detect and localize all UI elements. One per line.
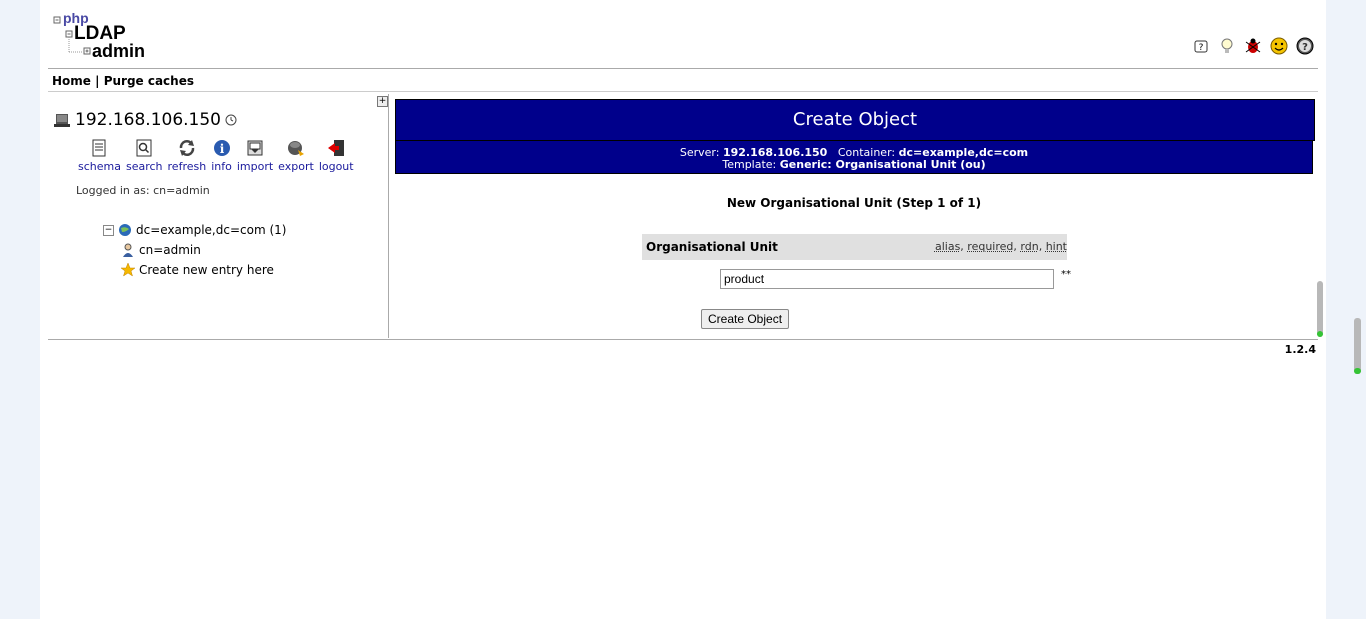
collapse-toggle-icon[interactable]: − — [103, 224, 114, 236]
clock-icon[interactable] — [225, 114, 237, 126]
logo-admin-text: admin — [92, 41, 145, 60]
ldap-tree: − dc=example,dc=com (1) cn=admin Create … — [103, 220, 286, 280]
tree-create-row: Create new entry here — [103, 260, 286, 280]
server-label: Server: — [679, 146, 720, 159]
phpldapadmin-logo[interactable]: php LDAP admin — [52, 10, 162, 60]
info-icon: i — [213, 140, 230, 156]
main-scrollbar[interactable] — [1317, 281, 1323, 337]
tool-info-label: info — [211, 160, 232, 173]
tree-root-row: − dc=example,dc=com (1) — [103, 220, 286, 240]
ou-input[interactable] — [720, 269, 1054, 289]
server-icon — [54, 114, 70, 127]
globe-icon — [119, 224, 131, 236]
attribute-header: Organisational Unit alias, required, rdn… — [642, 234, 1067, 260]
template-value: Generic: Organisational Unit (ou) — [779, 158, 986, 171]
tree-root-label[interactable]: dc=example,dc=com (1) — [136, 223, 286, 237]
tool-logout[interactable]: logout — [319, 138, 354, 173]
page-title: Create Object — [395, 99, 1315, 141]
hint-required[interactable]: required — [967, 240, 1013, 253]
step-title: New Organisational Unit (Step 1 of 1) — [726, 196, 982, 210]
hint-bulb-icon[interactable] — [1218, 37, 1236, 55]
help-question-icon[interactable]: ? — [1192, 37, 1210, 55]
export-icon — [287, 141, 304, 156]
create-object-button[interactable]: Create Object — [701, 309, 790, 329]
attribute-hints: alias, required, rdn, hint — [934, 240, 1067, 253]
page: php LDAP admin ? ? Home | Purge caches +… — [40, 0, 1326, 619]
footer-divider — [48, 339, 1318, 340]
hint-rdn[interactable]: rdn — [1020, 240, 1038, 253]
home-link[interactable]: Home — [52, 74, 91, 88]
hint-alias[interactable]: alias — [935, 240, 960, 253]
tool-schema[interactable]: schema — [78, 138, 121, 173]
tool-export[interactable]: export — [278, 138, 314, 173]
required-marker: ** — [1061, 269, 1071, 280]
tree-panel: + 192.168.106.150 schema search refresh … — [48, 94, 389, 338]
tool-refresh[interactable]: refresh — [167, 138, 207, 173]
object-info-bar: Server: 192.168.106.150 Container: dc=ex… — [395, 140, 1313, 174]
tree-entry-row: cn=admin — [103, 240, 286, 260]
svg-text:?: ? — [1199, 43, 1204, 53]
refresh-icon — [179, 140, 195, 156]
tool-logout-label: logout — [318, 160, 354, 173]
bug-icon[interactable] — [1244, 37, 1262, 55]
search-icon — [136, 139, 152, 157]
purge-caches-link[interactable]: Purge caches — [104, 74, 194, 88]
star-icon — [121, 263, 135, 277]
expand-panel-button[interactable]: + — [377, 96, 388, 107]
svg-text:i: i — [219, 142, 224, 156]
attribute-label: Organisational Unit — [646, 240, 778, 254]
help-circle-icon[interactable]: ? — [1296, 37, 1314, 55]
user-icon — [123, 243, 133, 257]
tool-info[interactable]: i info — [211, 138, 232, 173]
hint-hint[interactable]: hint — [1046, 240, 1067, 253]
logged-in-as: Logged in as: cn=admin — [76, 184, 210, 197]
tree-create-label[interactable]: Create new entry here — [139, 263, 274, 277]
tool-schema-label: schema — [78, 160, 121, 173]
main-panel: Create Object Server: 192.168.106.150 Co… — [389, 94, 1326, 338]
logout-icon — [328, 140, 345, 156]
top-menu: Home | Purge caches — [48, 68, 1318, 92]
server-host[interactable]: 192.168.106.150 — [75, 110, 221, 130]
server-header: 192.168.106.150 — [53, 110, 237, 130]
tool-import-label: import — [236, 160, 274, 173]
menu-separator: | — [90, 74, 104, 88]
top-icon-bar: ? ? — [1192, 37, 1314, 55]
tool-search[interactable]: search — [126, 138, 163, 173]
tool-export-label: export — [278, 160, 314, 173]
tool-search-label: search — [125, 160, 163, 173]
template-label: Template: — [722, 158, 777, 171]
smiley-icon[interactable] — [1270, 37, 1288, 55]
tree-entry-label[interactable]: cn=admin — [139, 243, 201, 257]
server-toolbar: schema search refresh i info import expo… — [78, 138, 354, 173]
page-scrollbar[interactable] — [1354, 318, 1361, 374]
tool-refresh-label: refresh — [167, 160, 207, 173]
import-icon — [247, 140, 263, 156]
tool-import[interactable]: import — [237, 138, 273, 173]
svg-text:?: ? — [1302, 42, 1308, 53]
version-label: 1.2.4 — [1284, 343, 1316, 356]
schema-icon — [92, 139, 106, 157]
